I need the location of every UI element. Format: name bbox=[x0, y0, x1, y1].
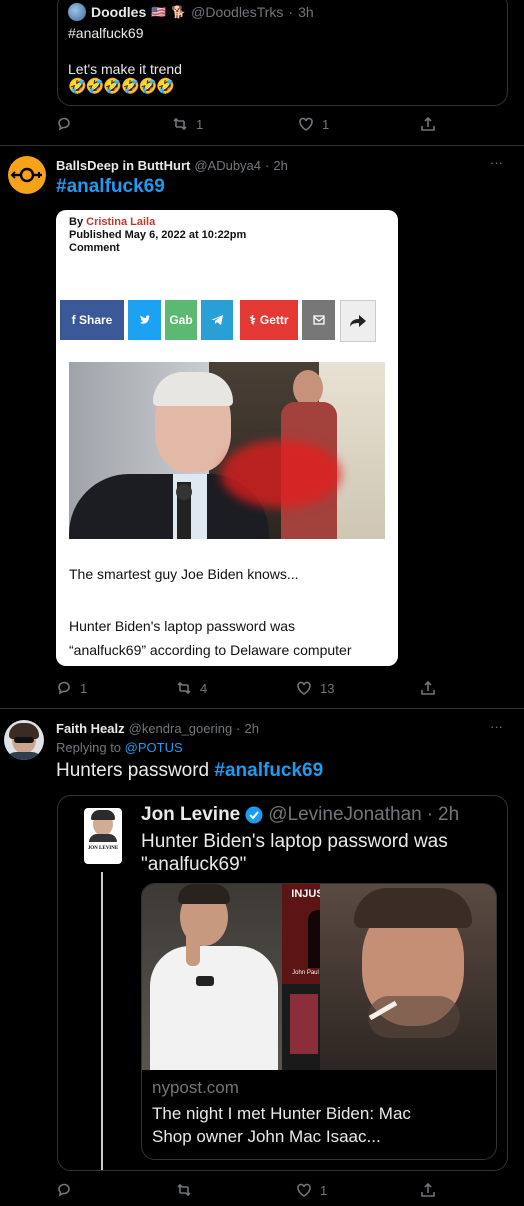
emoji-row: 🤣🤣🤣🤣🤣🤣 bbox=[68, 78, 175, 95]
share-button[interactable] bbox=[420, 1182, 436, 1198]
replying-to-label: Replying to bbox=[56, 740, 122, 755]
divider bbox=[0, 145, 524, 146]
share-icon bbox=[421, 680, 435, 695]
like-count: 1 bbox=[322, 116, 330, 132]
article-comment: Comment bbox=[69, 242, 120, 254]
twitter-share-button[interactable] bbox=[128, 300, 161, 340]
facebook-share-button[interactable]: f Share bbox=[60, 300, 124, 340]
tweet-author-name[interactable]: BallsDeep in ButtHurt bbox=[56, 158, 190, 173]
quoted-tweet-jon-levine[interactable]: JON LEVINE Jon Levine @LevineJonathan · … bbox=[57, 795, 508, 1171]
like-count: 1 bbox=[320, 1182, 328, 1198]
tweet-hashtag[interactable]: #analfuck69 bbox=[56, 176, 165, 198]
more-options-icon[interactable]: ··· bbox=[490, 719, 503, 734]
quote-text-line-2: "analfuck69" bbox=[141, 854, 247, 875]
tweet-actions-2: 1 4 13 bbox=[0, 680, 524, 704]
more-options-icon[interactable]: ··· bbox=[490, 155, 503, 170]
article-author: Cristina Laila bbox=[86, 216, 156, 228]
reply-icon bbox=[58, 117, 70, 131]
article-photo bbox=[69, 362, 385, 539]
gettr-share-button[interactable]: ⚕ Gettr bbox=[240, 300, 298, 340]
avatar[interactable] bbox=[8, 156, 46, 194]
byline-prefix: By bbox=[69, 216, 84, 228]
link-preview-card[interactable]: INJUSTICE John Paul Mac Isaac nypost.com… bbox=[141, 883, 497, 1160]
tweet-actions-1: 1 1 bbox=[0, 116, 524, 140]
reply-count: 1 bbox=[80, 680, 88, 696]
email-share-button[interactable] bbox=[302, 300, 335, 340]
retweet-icon bbox=[173, 117, 187, 131]
article-published: Published May 6, 2022 at 10:22pm bbox=[69, 229, 247, 241]
retweet-button[interactable]: 1 bbox=[172, 116, 203, 132]
article-screenshot[interactable]: By Cristina Laila Published May 6, 2022 … bbox=[56, 210, 398, 666]
reply-button[interactable] bbox=[56, 116, 80, 132]
heart-icon bbox=[297, 681, 311, 695]
heart-icon bbox=[297, 1183, 311, 1197]
flag-emoji: 🇺🇸 bbox=[151, 5, 167, 19]
reply-button[interactable] bbox=[56, 1182, 80, 1198]
twitter-bird-icon bbox=[139, 315, 150, 324]
reply-icon bbox=[58, 1183, 70, 1197]
quoted-tweet-doodles[interactable]: Doodles 🇺🇸 🐕 @DoodlesTrks · 3h #analfuck… bbox=[57, 0, 508, 106]
avatar[interactable] bbox=[4, 720, 44, 760]
quote-time[interactable]: 2h bbox=[438, 804, 459, 826]
link-title-line-1: The night I met Hunter Biden: Mac bbox=[152, 1104, 411, 1123]
thread-line bbox=[101, 872, 103, 1170]
reply-icon bbox=[58, 681, 70, 695]
replying-to-handle[interactable]: @POTUS bbox=[125, 740, 183, 755]
share-button[interactable] bbox=[420, 680, 436, 696]
tweet-hashtag[interactable]: #analfuck69 bbox=[214, 760, 323, 781]
reply-button[interactable]: 1 bbox=[56, 680, 87, 696]
tweet-author-name[interactable]: Faith Healz bbox=[56, 721, 125, 736]
telegram-share-button[interactable] bbox=[201, 300, 233, 340]
article-caption-2: Hunter Biden's laptop password was bbox=[69, 618, 296, 634]
quote-author-handle[interactable]: @LevineJonathan bbox=[268, 804, 421, 826]
gettr-label: Gettr bbox=[259, 313, 289, 327]
retweet-icon bbox=[177, 1183, 191, 1197]
like-button[interactable]: 1 bbox=[296, 1182, 327, 1198]
gettr-icon: ⚕ bbox=[249, 313, 256, 327]
divider bbox=[0, 708, 524, 709]
verified-badge-icon bbox=[245, 806, 263, 824]
tweet-text: Hunters password bbox=[56, 760, 210, 781]
like-count: 13 bbox=[320, 680, 335, 696]
ring-logo-icon bbox=[10, 167, 42, 183]
like-button[interactable]: 13 bbox=[296, 680, 334, 696]
dog-emoji: 🐕 bbox=[171, 5, 187, 19]
tweet-author-handle[interactable]: @ADubya4 bbox=[194, 158, 261, 173]
email-icon bbox=[312, 315, 325, 325]
doodles-avatar[interactable] bbox=[68, 3, 86, 21]
avatar-caption: JON LEVINE bbox=[87, 846, 119, 851]
quote-author-name: Doodles bbox=[91, 4, 147, 20]
share-button[interactable] bbox=[420, 116, 436, 132]
article-caption-1: The smartest guy Joe Biden knows... bbox=[69, 566, 299, 582]
tweet-time[interactable]: 2h bbox=[273, 158, 287, 173]
quote-author-handle: @DoodlesTrks bbox=[191, 4, 284, 20]
quote-author-name[interactable]: Jon Levine bbox=[141, 804, 240, 826]
link-domain: nypost.com bbox=[152, 1078, 239, 1097]
telegram-icon bbox=[211, 315, 223, 325]
quote-text: Let's make it trend bbox=[68, 61, 182, 77]
link-title-line-2: Shop owner John Mac Isaac... bbox=[152, 1127, 381, 1146]
like-button[interactable]: 1 bbox=[298, 116, 329, 132]
retweet-button[interactable]: 4 bbox=[176, 680, 207, 696]
retweet-count: 4 bbox=[200, 680, 208, 696]
retweet-button[interactable] bbox=[176, 1182, 200, 1198]
quote-time: 3h bbox=[298, 4, 314, 20]
share-icon bbox=[421, 1182, 435, 1197]
retweet-icon bbox=[177, 681, 191, 695]
tweet-time[interactable]: 2h bbox=[245, 721, 259, 736]
heart-icon bbox=[299, 117, 313, 131]
quote-text-line-1: Hunter Biden's laptop password was bbox=[141, 831, 448, 852]
share-icon bbox=[421, 116, 435, 131]
more-share-button[interactable] bbox=[340, 300, 376, 342]
quote-hashtag[interactable]: #analfuck69 bbox=[68, 25, 144, 41]
tweet-author-handle[interactable]: @kendra_goering bbox=[129, 721, 233, 736]
link-preview-image: INJUSTICE John Paul Mac Isaac bbox=[142, 884, 496, 1070]
article-caption-3: “analfuck69” according to Delaware compu… bbox=[69, 642, 352, 658]
tweet-actions-3: 1 bbox=[0, 1182, 524, 1206]
jon-levine-avatar[interactable]: JON LEVINE bbox=[84, 808, 122, 864]
share-arrow-icon bbox=[350, 315, 366, 327]
retweet-count: 1 bbox=[196, 116, 204, 132]
gab-share-button[interactable]: Gab bbox=[165, 300, 197, 340]
